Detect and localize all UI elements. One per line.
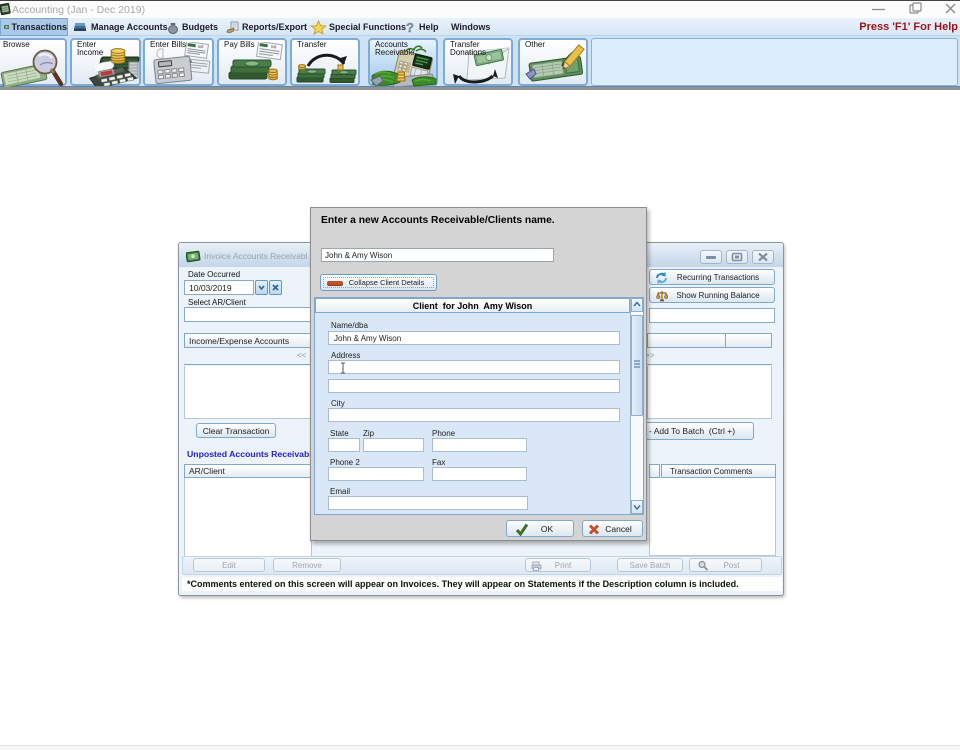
svg-text:Bill: Bill bbox=[198, 44, 204, 50]
svg-text:?: ? bbox=[406, 20, 414, 34]
svg-text:Bill: Bill bbox=[271, 44, 277, 50]
